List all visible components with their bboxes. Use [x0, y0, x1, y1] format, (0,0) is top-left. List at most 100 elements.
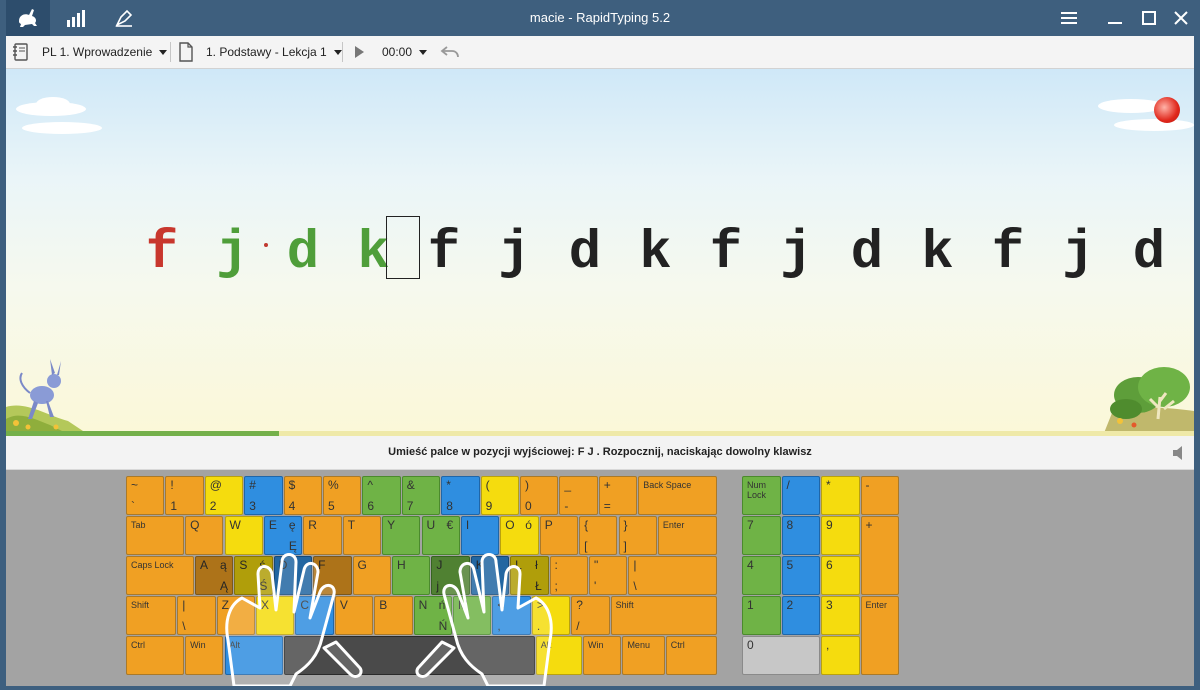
key[interactable]: Z — [216, 596, 255, 635]
key-label: + — [603, 478, 611, 492]
key[interactable]: / — [781, 476, 820, 515]
key-label: ; — [554, 579, 558, 593]
key[interactable]: M — [453, 596, 492, 635]
key[interactable]: + = — [598, 476, 638, 515]
key[interactable]: Alt — [535, 636, 583, 675]
key[interactable]: Caps Lock — [126, 556, 194, 595]
key[interactable]: NńŃ — [413, 596, 452, 635]
key[interactable]: $4 — [283, 476, 322, 515]
key[interactable]: Tab — [126, 516, 185, 555]
key-label: Z — [221, 598, 229, 612]
key[interactable]: Y — [382, 516, 421, 555]
key[interactable]: 8 — [781, 516, 820, 555]
key[interactable]: }] — [618, 516, 657, 555]
key[interactable]: H — [391, 556, 431, 595]
timer-selector[interactable]: 00:00 — [382, 36, 428, 68]
key[interactable]: <, — [492, 596, 531, 635]
key[interactable]: #3 — [244, 476, 283, 515]
key[interactable]: R — [303, 516, 342, 555]
key[interactable]: 1 — [742, 596, 781, 635]
key[interactable]: 9 — [821, 516, 860, 555]
key[interactable]: Win — [583, 636, 622, 675]
key[interactable]: - — [860, 476, 899, 515]
key[interactable]: 5 — [781, 556, 820, 595]
key[interactable]: | \ — [628, 556, 718, 595]
key[interactable]: LłŁ — [510, 556, 549, 595]
key[interactable] — [283, 636, 535, 675]
key[interactable]: U € — [421, 516, 460, 555]
key-label: - — [865, 478, 870, 492]
key[interactable]: * 8 — [441, 476, 480, 515]
key[interactable]: 7 — [742, 516, 781, 555]
key[interactable]: B — [374, 596, 413, 635]
key-label: , — [497, 619, 501, 633]
key[interactable]: Ctrl — [665, 636, 718, 675]
key[interactable]: Enter — [657, 516, 718, 555]
key[interactable]: EęĘ — [263, 516, 303, 555]
key[interactable]: (9 — [480, 476, 519, 515]
key[interactable]: :; — [549, 556, 588, 595]
key[interactable]: @2 — [204, 476, 244, 515]
key[interactable]: " ' — [588, 556, 628, 595]
key[interactable]: V — [334, 596, 374, 635]
key[interactable]: 2 — [781, 596, 820, 635]
undo-icon — [440, 46, 459, 58]
key[interactable]: D — [273, 556, 313, 595]
key[interactable]: ^ 6 — [362, 476, 401, 515]
key[interactable]: Shift — [126, 596, 177, 635]
key-label: G — [357, 558, 367, 572]
key[interactable]: ) 0 — [520, 476, 559, 515]
key[interactable]: ? / — [571, 596, 610, 635]
key[interactable]: Jj — [431, 556, 470, 595]
key[interactable]: Win — [185, 636, 224, 675]
key[interactable]: * — [821, 476, 860, 515]
key[interactable]: X — [256, 596, 295, 635]
key-label: N — [418, 598, 428, 612]
key[interactable]: Alt — [224, 636, 283, 675]
key[interactable]: ~ ` — [126, 476, 165, 515]
key[interactable]: Menu — [622, 636, 665, 675]
key[interactable]: | \ — [177, 596, 216, 635]
key[interactable]: F — [313, 556, 352, 595]
key[interactable]: K — [470, 556, 510, 595]
key[interactable]: P — [539, 516, 579, 555]
key[interactable]: Ctrl — [126, 636, 185, 675]
key[interactable]: 4 — [742, 556, 781, 595]
key[interactable]: AąĄ — [194, 556, 234, 595]
key[interactable]: Num Lock — [742, 476, 781, 515]
key[interactable]: & 7 — [401, 476, 441, 515]
key[interactable]: + — [860, 516, 899, 595]
key[interactable]: _ - — [559, 476, 598, 515]
key[interactable]: I — [460, 516, 500, 555]
key[interactable]: {[ — [579, 516, 618, 555]
key[interactable]: ! 1 — [165, 476, 204, 515]
key[interactable]: W — [224, 516, 263, 555]
key[interactable]: Oó — [500, 516, 539, 555]
play-button[interactable] — [352, 36, 366, 68]
key[interactable]: 6 — [821, 556, 860, 595]
course-selector[interactable]: PL 1. Wprowadzenie — [12, 36, 168, 68]
key[interactable]: % 5 — [323, 476, 362, 515]
key[interactable]: Shift — [610, 596, 718, 635]
key[interactable]: T — [342, 516, 382, 555]
key[interactable]: G — [352, 556, 391, 595]
key[interactable]: >. — [531, 596, 571, 635]
close-button[interactable] — [1166, 4, 1196, 32]
minimize-button[interactable] — [1100, 4, 1130, 32]
lesson-selector[interactable]: 1. Podstawy - Lekcja 1 — [178, 36, 342, 68]
app-menu-button[interactable] — [1054, 4, 1084, 32]
key[interactable]: SśŚ — [234, 556, 273, 595]
key[interactable]: C — [295, 596, 334, 635]
key[interactable]: 0 — [742, 636, 820, 675]
maximize-button[interactable] — [1134, 4, 1164, 32]
speaker-icon[interactable] — [1172, 445, 1186, 461]
key[interactable]: Enter — [860, 596, 899, 675]
key[interactable]: Q — [185, 516, 224, 555]
key[interactable]: , — [821, 636, 860, 675]
course-book-icon — [13, 43, 28, 61]
key[interactable]: Back Space — [638, 476, 718, 515]
exercise-char: k — [921, 223, 954, 284]
key[interactable]: 3 — [821, 596, 860, 635]
restart-button[interactable] — [440, 36, 460, 68]
hamburger-menu-icon — [1061, 12, 1077, 24]
